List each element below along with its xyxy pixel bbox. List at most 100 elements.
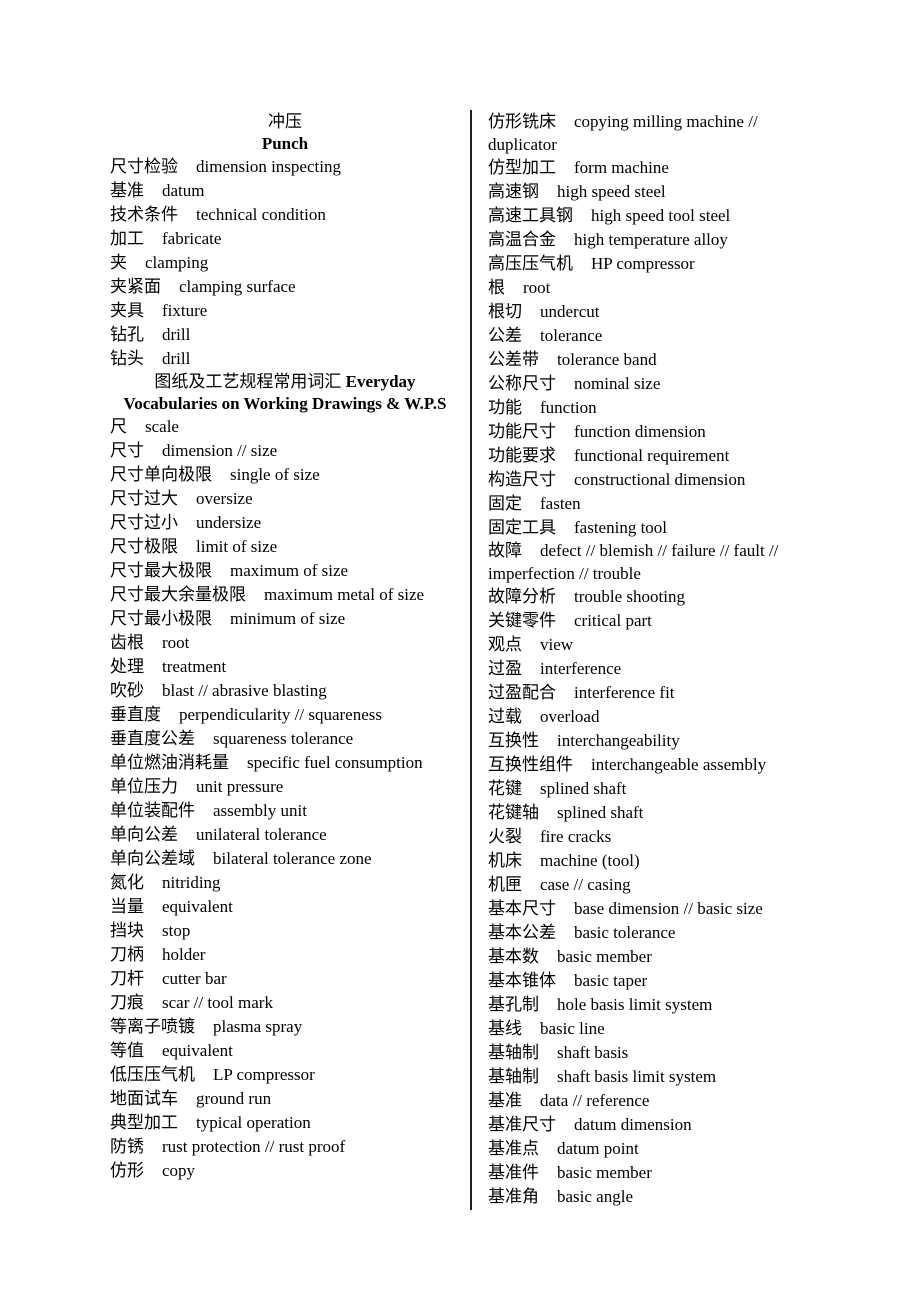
term-chinese: 尺寸检验 (110, 157, 178, 177)
term-english: machine (tool) (540, 851, 640, 870)
glossary-entry: 基准尺寸 datum dimension (488, 1113, 808, 1137)
term-english: fire cracks (540, 827, 612, 846)
glossary-list-continued: 仿形铣床 copying milling machine // duplicato… (488, 111, 808, 1209)
term-chinese: 夹 (110, 253, 127, 273)
left-column: 冲压 Punch 尺寸检验 dimension inspecting 基准 datum… (110, 111, 460, 1183)
term-chinese: 基轴制 (488, 1043, 539, 1063)
glossary-entry: 垂直度公差 squareness tolerance (110, 727, 460, 751)
section-title-zh: 冲压 (268, 112, 302, 132)
glossary-entry: 尺寸最大极限 maximum of size (110, 559, 460, 583)
term-chinese: 夹紧面 (110, 277, 161, 297)
glossary-entry: 挡块 stop (110, 919, 460, 943)
term-chinese: 低压压气机 (110, 1065, 195, 1085)
glossary-entry: 过载 overload (488, 705, 808, 729)
term-chinese: 功能要求 (488, 446, 556, 466)
glossary-entry: 故障分析 trouble shooting (488, 585, 808, 609)
term-english: fasten (540, 494, 581, 513)
section-title-en: Punch (261, 134, 309, 153)
glossary-entry: 当量 equivalent (110, 895, 460, 919)
term-english: hole basis limit system (557, 995, 713, 1014)
column-divider (470, 110, 472, 1210)
term-chinese: 刀痕 (110, 993, 144, 1013)
term-chinese: 固定工具 (488, 518, 556, 538)
glossary-entry: 尺寸过大 oversize (110, 487, 460, 511)
term-chinese: 基本锥体 (488, 971, 556, 991)
term-english: interchangeability (557, 731, 680, 750)
term-chinese: 互换性组件 (488, 755, 573, 775)
glossary-entry: 公差 tolerance (488, 324, 808, 348)
term-chinese: 固定 (488, 494, 522, 514)
term-chinese: 火裂 (488, 827, 522, 847)
glossary-entry: 高温合金 high temperature alloy (488, 228, 808, 252)
term-chinese: 机床 (488, 851, 522, 871)
term-chinese: 典型加工 (110, 1113, 178, 1133)
term-chinese: 刀杆 (110, 969, 144, 989)
glossary-entry: 关键零件 critical part (488, 609, 808, 633)
glossary-entry: 等离子喷镀 plasma spray (110, 1015, 460, 1039)
term-english: interchangeable assembly (591, 755, 767, 774)
term-english: root (523, 278, 551, 297)
term-english: basic member (557, 947, 652, 966)
term-english: datum dimension (574, 1115, 692, 1134)
glossary-entry: 基准 datum (110, 179, 460, 203)
term-english: overload (540, 707, 600, 726)
term-chinese: 机匣 (488, 875, 522, 895)
term-english: cutter bar (162, 969, 227, 988)
term-english: limit of size (196, 537, 278, 556)
glossary-entry: 单位装配件 assembly unit (110, 799, 460, 823)
glossary-entry: 尺寸检验 dimension inspecting (110, 155, 460, 179)
term-english: unit pressure (196, 777, 284, 796)
term-english: rust protection // rust proof (162, 1137, 346, 1156)
glossary-entry: 基本公差 basic tolerance (488, 921, 808, 945)
term-chinese: 尺寸过大 (110, 489, 178, 509)
glossary-entry: 钻孔 drill (110, 323, 460, 347)
term-english: nominal size (574, 374, 661, 393)
term-english: undercut (540, 302, 600, 321)
term-chinese: 仿形铣床 (488, 112, 556, 132)
term-chinese: 过载 (488, 707, 522, 727)
term-english: clamping surface (179, 277, 296, 296)
glossary-entry: 花键轴 splined shaft (488, 801, 808, 825)
term-english: basic angle (557, 1187, 633, 1206)
term-english: splined shaft (540, 779, 627, 798)
term-english: perpendicularity // squareness (179, 705, 382, 724)
term-english: critical part (574, 611, 652, 630)
glossary-entry: 高速工具钢 high speed tool steel (488, 204, 808, 228)
term-chinese: 垂直度 (110, 705, 161, 725)
glossary-entry: 仿型加工 form machine (488, 156, 808, 180)
glossary-entry: 基孔制 hole basis limit system (488, 993, 808, 1017)
glossary-entry: 功能尺寸 function dimension (488, 420, 808, 444)
term-english: holder (162, 945, 206, 964)
term-chinese: 故障分析 (488, 587, 556, 607)
term-english: fastening tool (574, 518, 668, 537)
glossary-entry: 花键 splined shaft (488, 777, 808, 801)
term-english: blast // abrasive blasting (162, 681, 327, 700)
term-english: equivalent (162, 897, 233, 916)
term-chinese: 等离子喷镀 (110, 1017, 195, 1037)
term-english: squareness tolerance (213, 729, 354, 748)
glossary-entry: 等值 equivalent (110, 1039, 460, 1063)
term-english: undersize (196, 513, 262, 532)
glossary-entry: 单位压力 unit pressure (110, 775, 460, 799)
term-chinese: 挡块 (110, 921, 144, 941)
glossary-entry: 单向公差域 bilateral tolerance zone (110, 847, 460, 871)
glossary-entry: 机匣 case // casing (488, 873, 808, 897)
glossary-entry: 刀痕 scar // tool mark (110, 991, 460, 1015)
term-chinese: 单向公差域 (110, 849, 195, 869)
term-english: scale (145, 417, 179, 436)
term-chinese: 仿形 (110, 1161, 144, 1181)
glossary-entry: 仿形 copy (110, 1159, 460, 1183)
term-english: interference fit (574, 683, 675, 702)
term-english: fixture (162, 301, 208, 320)
glossary-entry: 尺寸最小极限 minimum of size (110, 607, 460, 631)
term-english: technical condition (196, 205, 326, 224)
glossary-entry: 吹砂 blast // abrasive blasting (110, 679, 460, 703)
term-chinese: 吹砂 (110, 681, 144, 701)
term-chinese: 尺寸最小极限 (110, 609, 212, 629)
term-english: splined shaft (557, 803, 644, 822)
term-english: interference (540, 659, 622, 678)
term-chinese: 互换性 (488, 731, 539, 751)
term-english: function (540, 398, 597, 417)
term-english: basic line (540, 1019, 605, 1038)
glossary-entry: 基轴制 shaft basis (488, 1041, 808, 1065)
